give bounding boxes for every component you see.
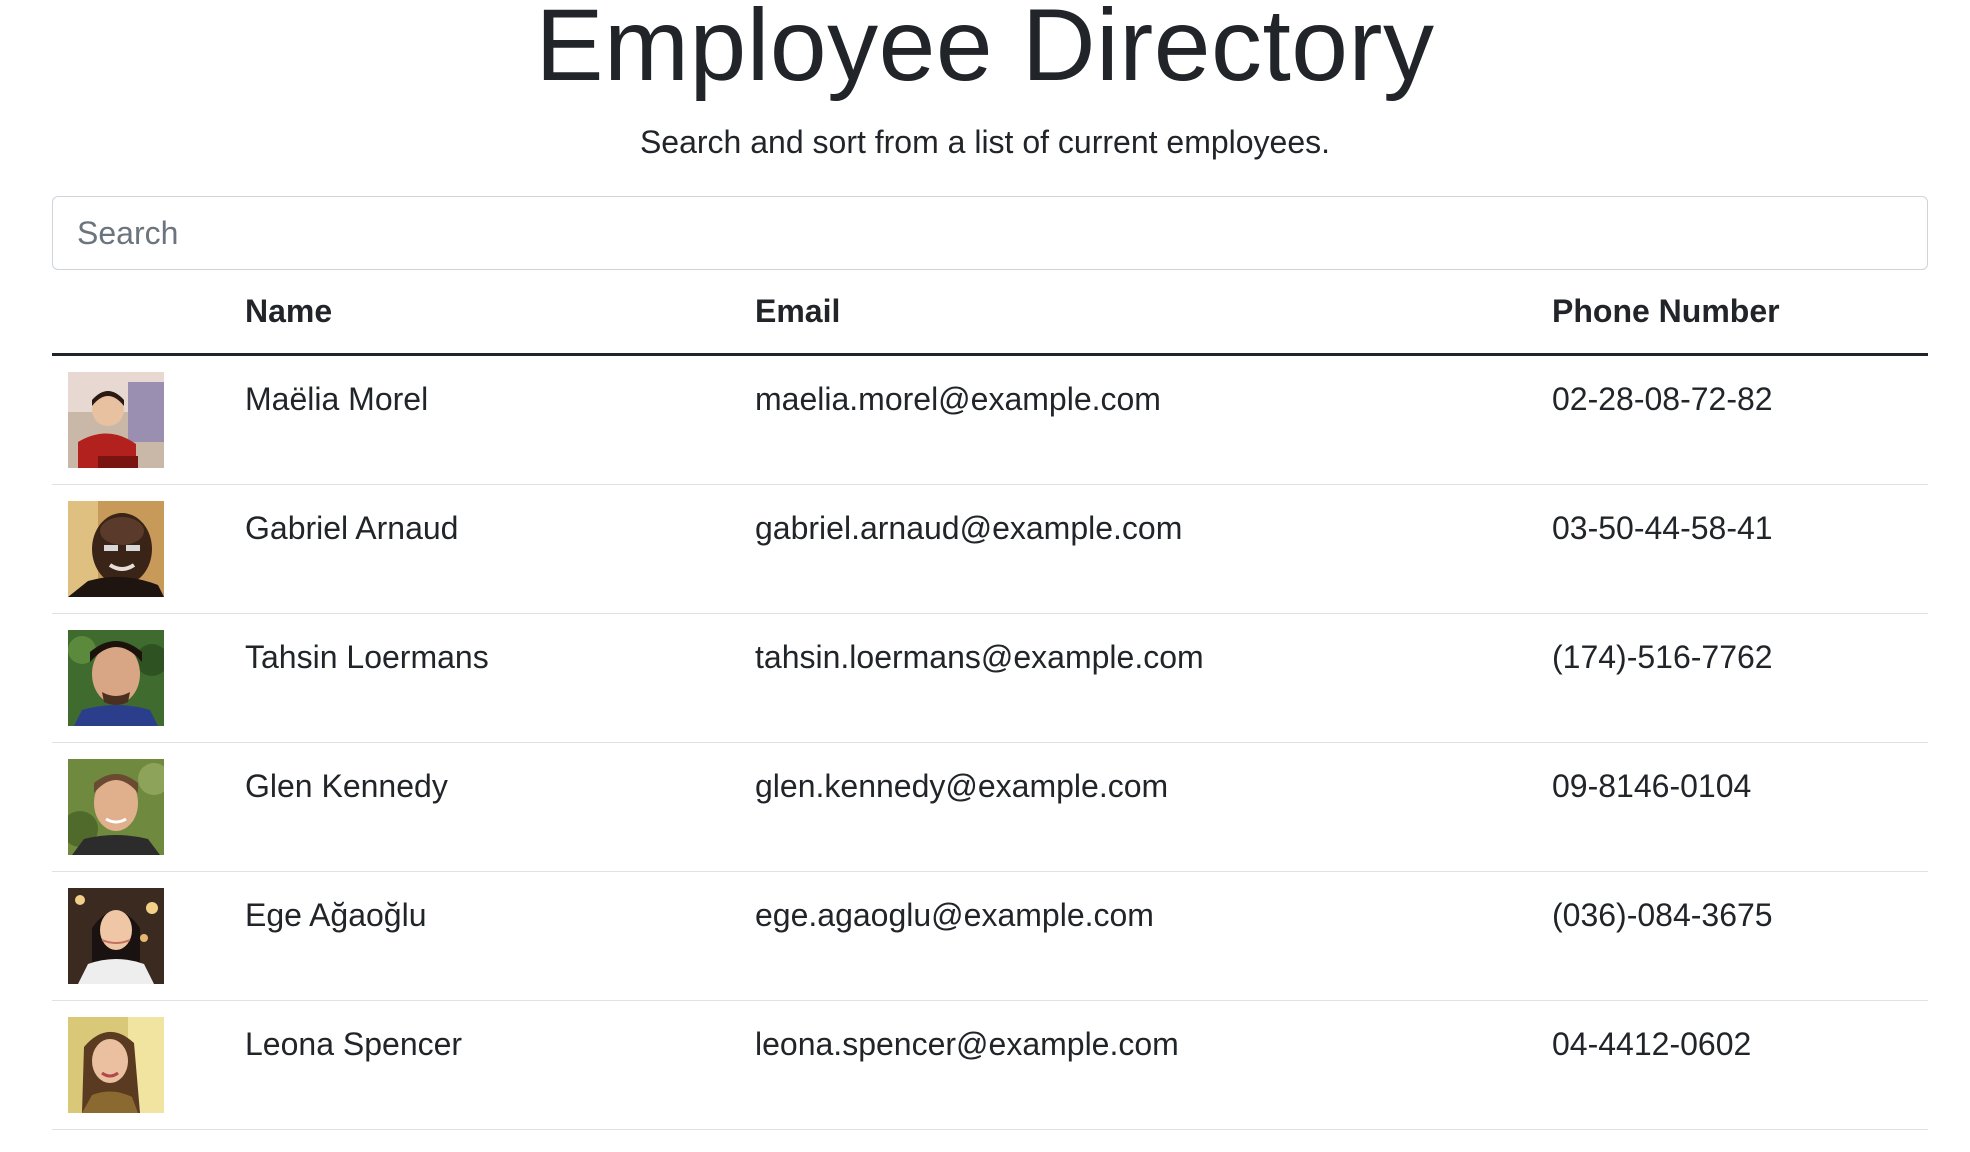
employee-directory-page: Employee Directory Search and sort from …: [0, 0, 1970, 1152]
avatar: [68, 630, 164, 726]
table-row: Maëlia Morel maelia.morel@example.com 02…: [52, 354, 1928, 485]
table-row: Ege Ağaoğlu ege.agaoglu@example.com (036…: [52, 871, 1928, 1001]
column-header-name[interactable]: Name: [245, 270, 755, 356]
table-row: Tahsin Loermans tahsin.loermans@example.…: [52, 613, 1928, 743]
avatar: [68, 501, 164, 597]
column-header-email[interactable]: Email: [755, 270, 1552, 356]
table-row: Gabriel Arnaud gabriel.arnaud@example.co…: [52, 484, 1928, 614]
employee-email: tahsin.loermans@example.com: [755, 613, 1552, 743]
page-title: Employee Directory: [535, 0, 1435, 102]
employee-email: maelia.morel@example.com: [755, 354, 1552, 485]
employee-phone: (174)-516-7762: [1552, 613, 1928, 743]
employee-name: Tahsin Loermans: [245, 613, 755, 743]
employee-name: Leona Spencer: [245, 1000, 755, 1130]
search-input[interactable]: [52, 196, 1928, 270]
avatar-cell: [52, 742, 245, 872]
avatar: [68, 1017, 164, 1113]
employee-phone: 03-50-44-58-41: [1552, 484, 1928, 614]
employee-email: gabriel.arnaud@example.com: [755, 484, 1552, 614]
employee-phone: 09-8146-0104: [1552, 742, 1928, 872]
table-row: Leona Spencer leona.spencer@example.com …: [52, 1000, 1928, 1130]
avatar-cell: [52, 484, 245, 614]
employee-phone: 04-4412-0602: [1552, 1000, 1928, 1130]
table-header-row: Name Email Phone Number: [52, 270, 1928, 356]
page-subtitle: Search and sort from a list of current e…: [639, 124, 1331, 160]
avatar-cell: [52, 613, 245, 743]
employee-email: glen.kennedy@example.com: [755, 742, 1552, 872]
avatar: [68, 372, 164, 468]
avatar: [68, 888, 164, 984]
avatar-cell: [52, 354, 245, 485]
avatar-cell: [52, 871, 245, 1001]
employee-name: Maëlia Morel: [245, 354, 755, 485]
table-row: Glen Kennedy glen.kennedy@example.com 09…: [52, 742, 1928, 872]
column-header-phone[interactable]: Phone Number: [1552, 270, 1928, 356]
employee-email: leona.spencer@example.com: [755, 1000, 1552, 1130]
employee-email: ege.agaoglu@example.com: [755, 871, 1552, 1001]
avatar-cell: [52, 1000, 245, 1130]
employee-name: Glen Kennedy: [245, 742, 755, 872]
column-header-image: [52, 270, 245, 356]
employee-table: Name Email Phone Number Maëlia Morel mae…: [52, 270, 1928, 1130]
employee-phone: 02-28-08-72-82: [1552, 354, 1928, 485]
employee-name: Gabriel Arnaud: [245, 484, 755, 614]
employee-name: Ege Ağaoğlu: [245, 871, 755, 1001]
avatar: [68, 759, 164, 855]
employee-phone: (036)-084-3675: [1552, 871, 1928, 1001]
